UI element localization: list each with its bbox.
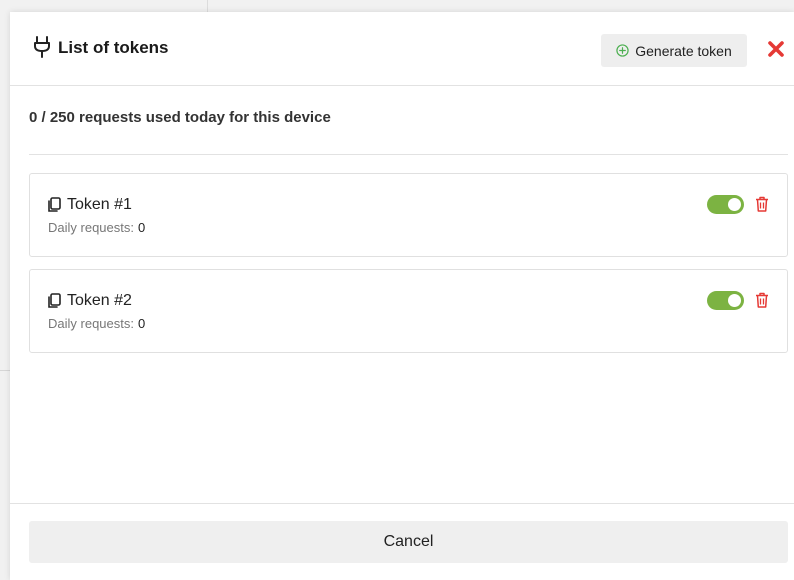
divider	[29, 154, 788, 155]
cancel-button[interactable]: Cancel	[29, 521, 788, 563]
token-card: Token #2 Daily requests: 0	[29, 269, 788, 353]
footer-divider	[10, 503, 794, 504]
modal-title: List of tokens	[58, 38, 169, 57]
daily-requests-label: Daily requests:	[48, 316, 134, 331]
daily-requests-count: 0	[137, 220, 146, 235]
backdrop-divider	[0, 370, 10, 371]
daily-requests: Daily requests: 0	[48, 316, 145, 331]
token-card: Token #1 Daily requests: 0	[29, 173, 788, 257]
trash-icon[interactable]	[755, 292, 769, 308]
plug-icon	[34, 36, 50, 58]
close-icon[interactable]	[765, 38, 787, 60]
token-name: Token #1	[67, 196, 132, 213]
token-enabled-toggle[interactable]	[707, 195, 744, 214]
toggle-knob	[728, 294, 741, 307]
toggle-knob	[728, 198, 741, 211]
copy-icon[interactable]	[47, 197, 62, 213]
daily-requests: Daily requests: 0	[48, 220, 145, 235]
copy-icon[interactable]	[47, 293, 62, 309]
modal-header: List of tokens Generate token	[10, 12, 794, 86]
token-enabled-toggle[interactable]	[707, 291, 744, 310]
trash-icon[interactable]	[755, 196, 769, 212]
generate-token-label: Generate token	[635, 42, 732, 59]
tokens-modal: List of tokens Generate token 0 / 250 re…	[10, 12, 794, 580]
daily-requests-count: 0	[137, 316, 146, 331]
token-name: Token #2	[67, 292, 132, 309]
plus-circle-icon	[616, 44, 629, 57]
daily-requests-label: Daily requests:	[48, 220, 134, 235]
usage-summary: 0 / 250 requests used today for this dev…	[29, 109, 331, 126]
generate-token-button[interactable]: Generate token	[601, 34, 747, 67]
